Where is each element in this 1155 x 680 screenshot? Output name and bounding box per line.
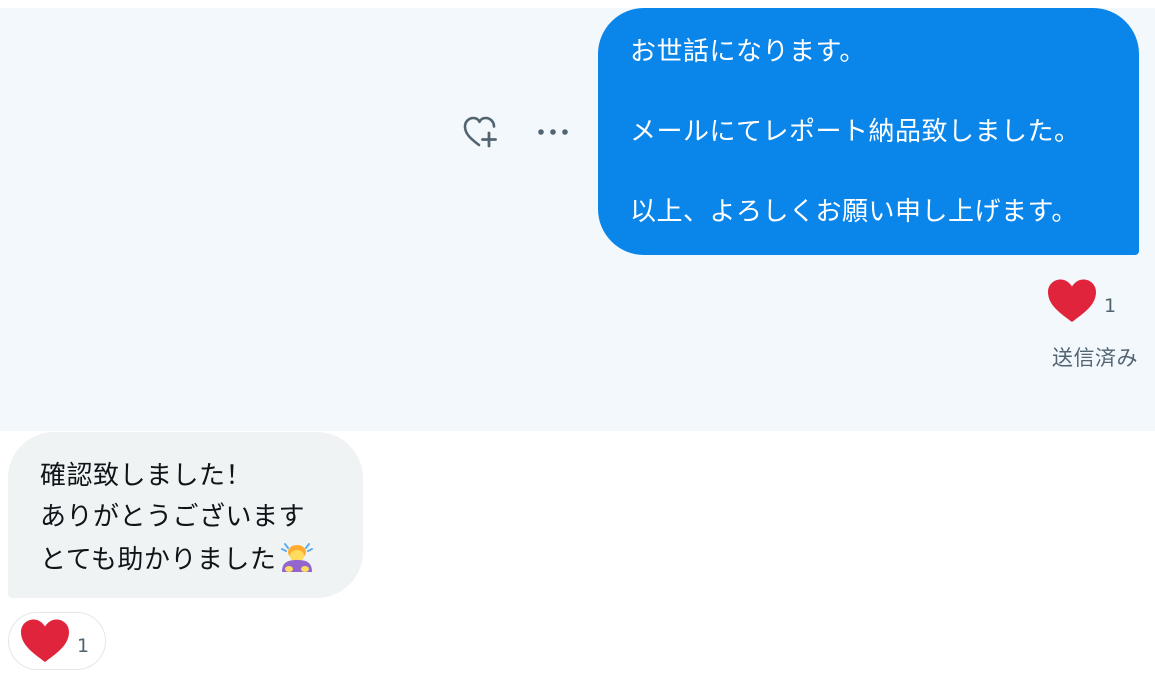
more-horizontal-icon [538,129,568,135]
sent-message-bubble[interactable]: お世話になります。 メールにてレポート納品致しました。 以上、よろしくお願い申し… [598,8,1139,255]
dm-conversation: お世話になります。 メールにてレポート納品致しました。 以上、よろしくお願い申し… [0,0,1155,680]
heart-icon [21,619,69,662]
message-line: メールにてレポート納品致しました。 [630,117,1081,147]
message-line-text: とても助かりました [40,545,277,575]
message-line: お世話になります。 [630,37,866,67]
person-bowing-emoji [278,538,316,587]
reaction-count: 1 [77,635,90,657]
message-line: 確認致しました！ [40,461,253,491]
sent-message-row: お世話になります。 メールにてレポート納品致しました。 以上、よろしくお願い申し… [0,8,1155,431]
sent-status-label: 送信済み [1052,346,1138,370]
more-options-button[interactable] [532,112,574,152]
message-line: ありがとうございます [40,502,306,532]
reaction-count: 1 [1104,295,1117,317]
received-message-reaction[interactable]: 1 [8,612,106,670]
message-line-with-emoji: とても助かりました [40,538,363,587]
heart-plus-icon [463,116,497,148]
heart-icon [1048,279,1096,322]
message-line: 以上、よろしくお願い申し上げます。 [630,197,1078,227]
received-message-bubble[interactable]: 確認致しました！ ありがとうございます とても助かりました [8,432,363,598]
sent-message-reaction[interactable]: 1 [1046,276,1116,326]
add-reaction-button[interactable] [460,112,502,152]
